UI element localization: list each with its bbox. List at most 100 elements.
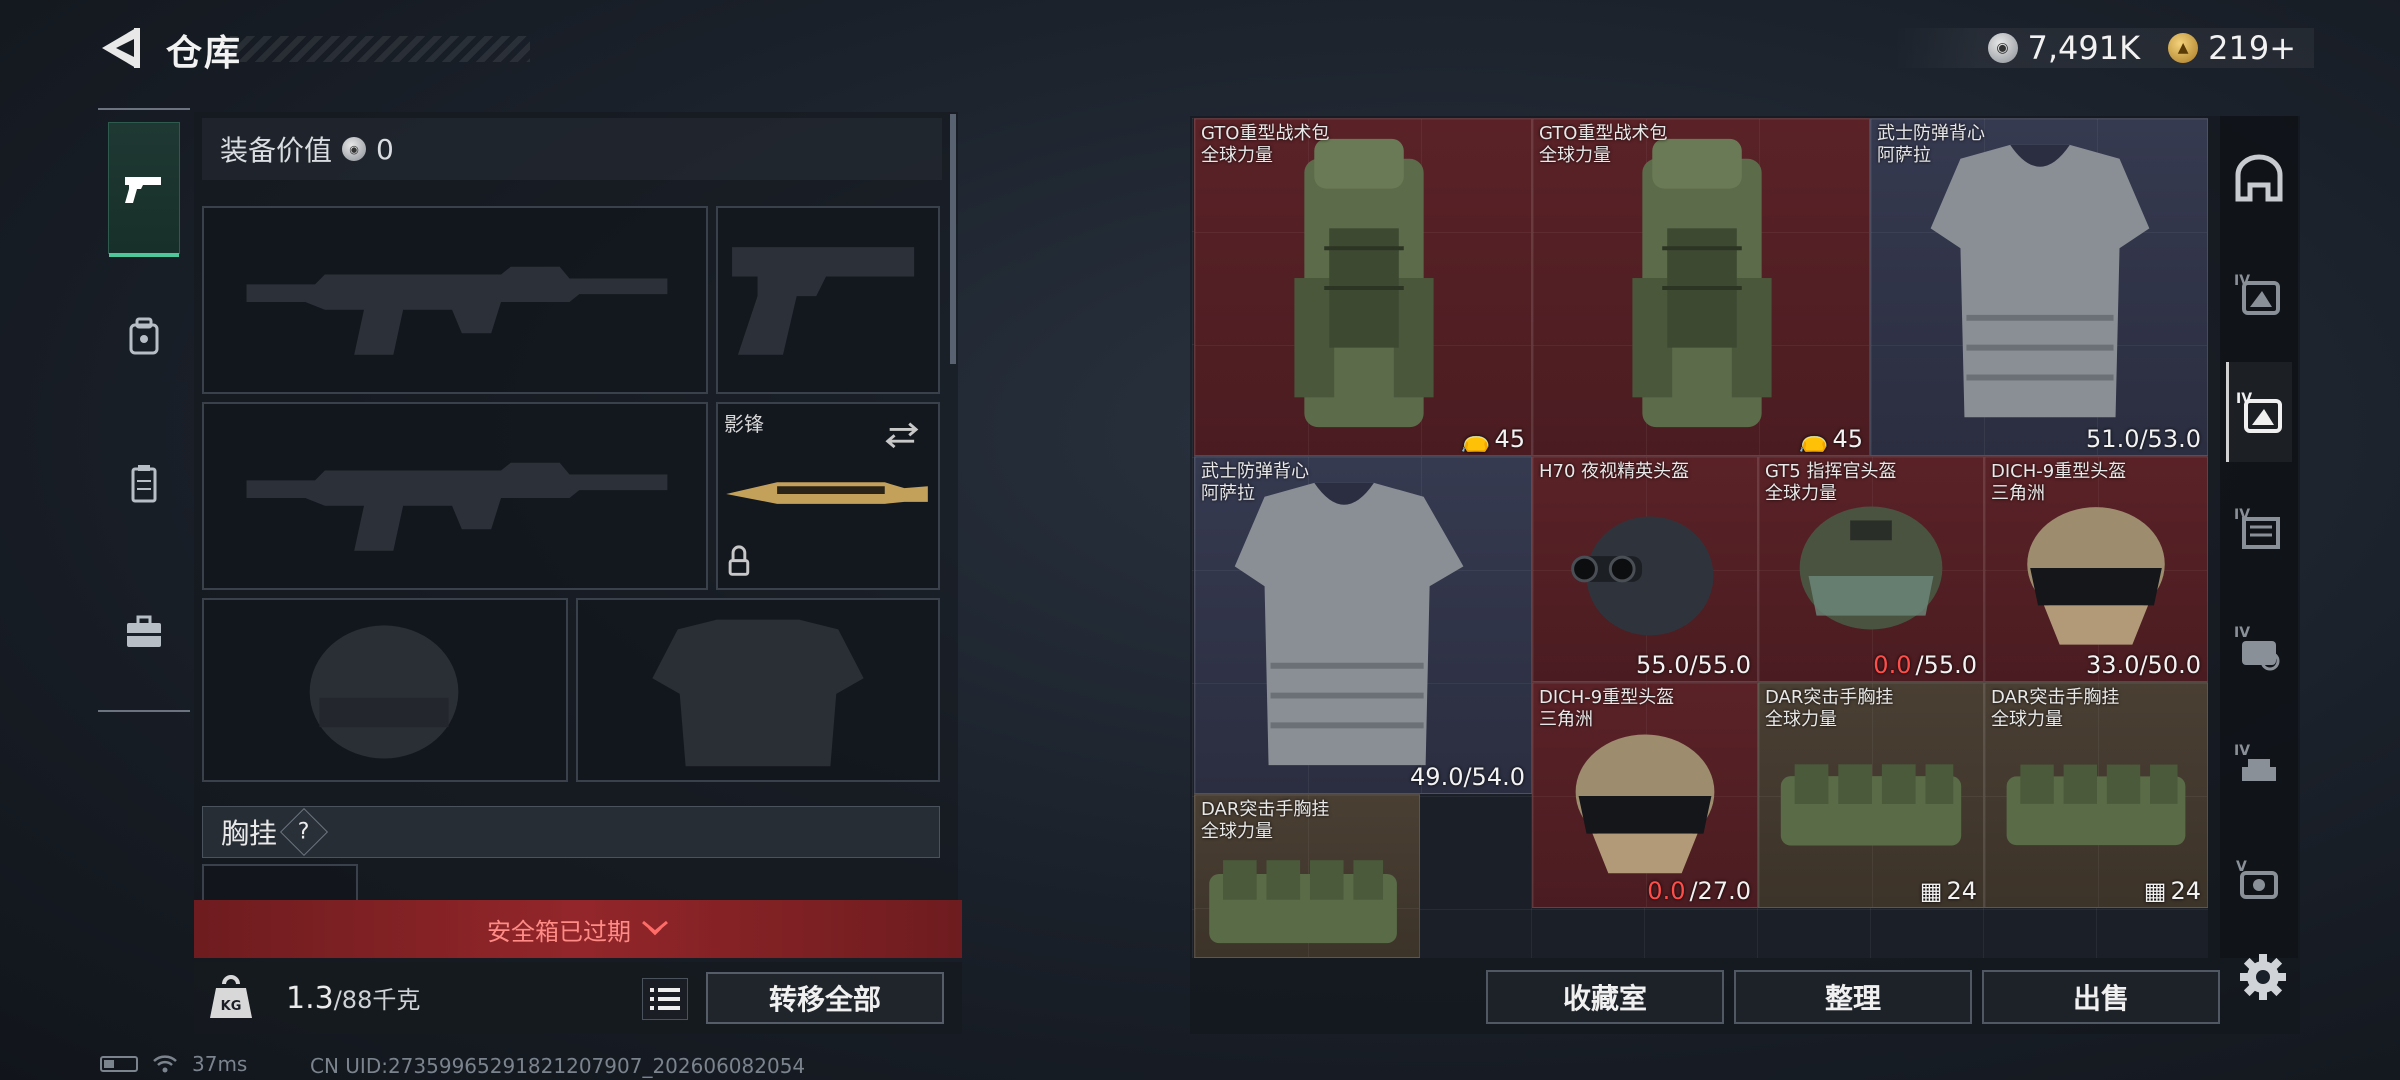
category-tab-vest[interactable] [108, 418, 180, 550]
gold-amount[interactable]: 219+ [2208, 29, 2296, 67]
durability: 51.0/53.0 [2086, 425, 2201, 453]
inventory-item[interactable]: 武士防弹背心 阿萨拉 49.0/54.0 [1194, 456, 1532, 794]
inventory-item[interactable]: DAR突击手胸挂 全球力量 ▦ 24 [1984, 682, 2208, 908]
collection-room-button[interactable]: 收藏室 [1486, 970, 1724, 1024]
armor-slot[interactable] [576, 598, 940, 782]
category-tab-toolbox[interactable] [108, 566, 180, 698]
item-name: DICH-9重型头盔 [1991, 461, 2127, 482]
primary-weapon-slot[interactable] [202, 206, 708, 394]
transfer-all-button[interactable]: 转移全部 [706, 972, 944, 1024]
secondary-weapon-slot[interactable] [202, 402, 708, 590]
svg-text:KG: KG [221, 999, 242, 1014]
item-name: DAR突击手胸挂 [1201, 799, 1330, 820]
wifi-icon [153, 1055, 177, 1073]
status-bar: 37ms [100, 1052, 247, 1076]
rifle-silhouette-icon [246, 266, 668, 355]
item-maker: 阿萨拉 [1877, 145, 1931, 166]
rail-tier-4-bag[interactable]: IV [2226, 244, 2292, 344]
svg-text:IV: IV [2234, 625, 2250, 641]
sell-button[interactable]: 出售 [1982, 970, 2220, 1024]
inventory-item[interactable]: GTO重型战术包 全球力量 👝 45 [1194, 118, 1532, 456]
battery-icon [100, 1056, 138, 1072]
inventory-item[interactable]: 武士防弹背心 阿萨拉 51.0/53.0 [1870, 118, 2208, 456]
category-tab-weapons[interactable] [108, 122, 180, 257]
pistol-slot[interactable] [716, 206, 940, 394]
item-stat: 24 [2170, 877, 2201, 905]
item-stat: 24 [1946, 877, 1977, 905]
chest-rig-slot[interactable] [202, 864, 358, 904]
item-maker: 全球力量 [1201, 821, 1273, 842]
gold-coin-icon: ▲ [2168, 33, 2199, 63]
item-name: DICH-9重型头盔 [1539, 687, 1675, 708]
inventory-item[interactable]: DAR突击手胸挂 全球力量 [1194, 794, 1420, 958]
inventory-item[interactable]: DAR突击手胸挂 全球力量 ▦ 24 [1758, 682, 1984, 908]
item-maker: 三角洲 [1539, 709, 1593, 730]
weight-current: 1.3 [286, 981, 334, 1016]
item-name: GTO重型战术包 [1539, 123, 1668, 144]
durability-current: 0.0 [1647, 877, 1686, 905]
inventory-item[interactable]: DICH-9重型头盔 三角洲 0.0/27.0 [1532, 682, 1758, 908]
organize-button[interactable]: 整理 [1734, 970, 1972, 1024]
loadout-scrollbar[interactable] [950, 114, 956, 364]
item-name: DAR突击手胸挂 [1765, 687, 1894, 708]
title-decoration [230, 36, 530, 62]
backpack-icon [1632, 138, 1772, 428]
helmet-slot[interactable] [202, 598, 568, 782]
rail-tier-4-armor[interactable]: IV [2226, 362, 2292, 462]
category-tab-backpack[interactable] [108, 270, 180, 402]
expired-text: 安全箱已过期 [487, 917, 631, 946]
item-maker: 三角洲 [1991, 483, 2045, 504]
durability: 55.0/55.0 [1636, 651, 1751, 679]
inventory-item[interactable]: H70 夜视精英头盔 55.0/55.0 [1532, 456, 1758, 682]
item-maker: 阿萨拉 [1201, 483, 1255, 504]
currency-bar: ◉ 7,491K ▲ 219+ [1894, 28, 2314, 68]
capacity-icon: 👝 [1460, 425, 1491, 453]
rail-tier-4-gear[interactable]: IV [2226, 596, 2292, 696]
rail-tier-4-misc[interactable]: IV [2226, 714, 2292, 814]
rail-tier-5[interactable]: V [2226, 830, 2292, 930]
chest-rig-section: 胸挂 ? [202, 806, 940, 858]
list-icon [650, 988, 680, 1010]
page-title: 仓库 [166, 33, 243, 74]
backpack-icon [129, 317, 159, 355]
rifle-silhouette-icon [246, 462, 668, 551]
item-name: GTO重型战术包 [1201, 123, 1330, 144]
item-name: GT5 指挥官头盔 [1765, 461, 1897, 482]
tier-4-armor-icon: IV [2236, 391, 2282, 433]
melee-slot[interactable]: 影锋 [716, 402, 940, 590]
tier-4-bag-icon: IV [2234, 273, 2280, 315]
item-name: 武士防弹背心 [1201, 461, 1309, 482]
equip-value-label: 装备价值 [220, 134, 333, 167]
item-maker: 全球力量 [1991, 709, 2063, 730]
tier-4-misc-icon: IV [2234, 743, 2276, 781]
pistol-silhouette-icon [732, 247, 915, 355]
item-maker: 全球力量 [1201, 145, 1273, 166]
settings-gear-icon[interactable] [2236, 950, 2290, 1004]
inventory-item[interactable]: GT5 指挥官头盔 全球力量 0.0/55.0 [1758, 456, 1984, 682]
rail-tier-4-chest[interactable]: IV [2226, 478, 2292, 578]
tier-4-chest-icon: IV [2234, 507, 2280, 549]
category-divider-bottom [98, 710, 190, 712]
back-button[interactable] [98, 24, 144, 72]
item-stat: 45 [1494, 425, 1525, 453]
helmet-silhouette-icon [309, 625, 459, 759]
chest-rig-label: 胸挂 [221, 817, 278, 850]
help-icon[interactable]: ? [279, 807, 329, 857]
rail-storage-home[interactable] [2226, 128, 2292, 228]
inventory-item[interactable]: DICH-9重型头盔 三角洲 33.0/50.0 [1984, 456, 2208, 682]
inventory-item[interactable]: GTO重型战术包 全球力量 👝 45 [1532, 118, 1870, 456]
safe-box-expired-bar[interactable]: 安全箱已过期 [194, 900, 962, 958]
armor-silhouette-icon [652, 619, 864, 767]
item-name: 武士防弹背心 [1877, 123, 1985, 144]
armor-vest-icon [1234, 482, 1464, 766]
equip-value: 0 [376, 132, 394, 166]
item-name: DAR突击手胸挂 [1991, 687, 2120, 708]
silver-coin-icon: ◉ [342, 137, 367, 161]
durability-current: 0.0 [1873, 651, 1912, 679]
slots-icon: ▦ [1919, 877, 1943, 905]
durability: 33.0/50.0 [2086, 651, 2201, 679]
back-arrow-icon [102, 28, 140, 68]
knife-icon [726, 422, 928, 576]
list-view-button[interactable] [642, 978, 688, 1020]
ping-text: 37ms [192, 1052, 248, 1076]
